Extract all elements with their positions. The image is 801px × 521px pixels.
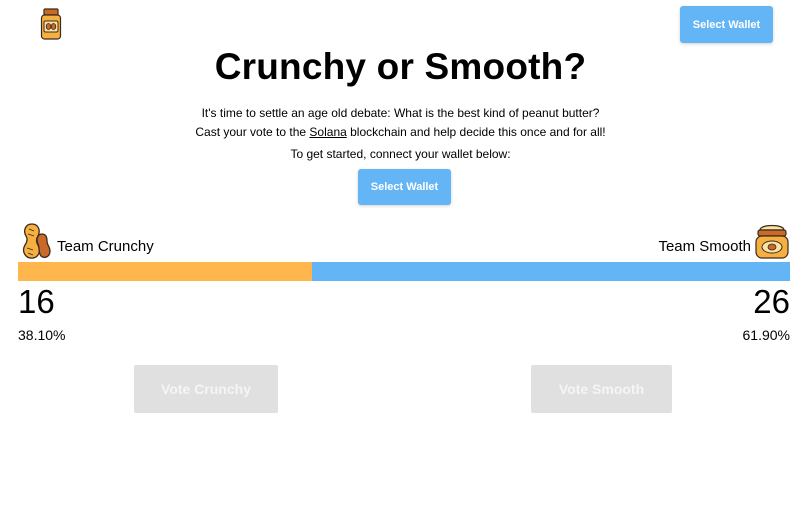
solana-link[interactable]: Solana	[309, 125, 346, 139]
vote-crunchy-button[interactable]: Vote Crunchy	[134, 365, 278, 413]
team-crunchy-label: Team Crunchy	[57, 238, 154, 255]
smooth-vote-count: 26	[753, 283, 790, 320]
page-title: Crunchy or Smooth?	[214, 46, 587, 87]
smooth-vote-percent: 61.90%	[742, 327, 790, 343]
vote-smooth-button[interactable]: Vote Smooth	[531, 365, 672, 413]
select-wallet-button[interactable]: Select Wallet	[680, 6, 773, 43]
peanut-butter-jar-icon	[754, 222, 790, 260]
intro-line-2-after: blockchain and help decide this once and…	[346, 125, 606, 139]
get-started-text: To get started, connect your wallet belo…	[290, 147, 511, 161]
crunchy-share-fill	[18, 262, 313, 281]
vote-share-bar	[18, 262, 790, 281]
intro-line-2-before: Cast your vote to the	[195, 125, 310, 139]
crunchy-vote-percent: 38.10%	[18, 327, 66, 343]
peanut-icon	[20, 222, 52, 260]
intro-text: It's time to settle an age old debate: W…	[0, 104, 801, 142]
team-smooth-label: Team Smooth	[658, 238, 751, 255]
connect-wallet-button[interactable]: Select Wallet	[358, 169, 451, 205]
crunchy-vote-count: 16	[18, 283, 55, 320]
peanut-butter-jar-icon	[40, 8, 62, 40]
smooth-share-fill	[312, 262, 790, 281]
intro-line-1: It's time to settle an age old debate: W…	[201, 106, 600, 120]
intro-line-2: Cast your vote to the Solana blockchain …	[0, 123, 801, 142]
